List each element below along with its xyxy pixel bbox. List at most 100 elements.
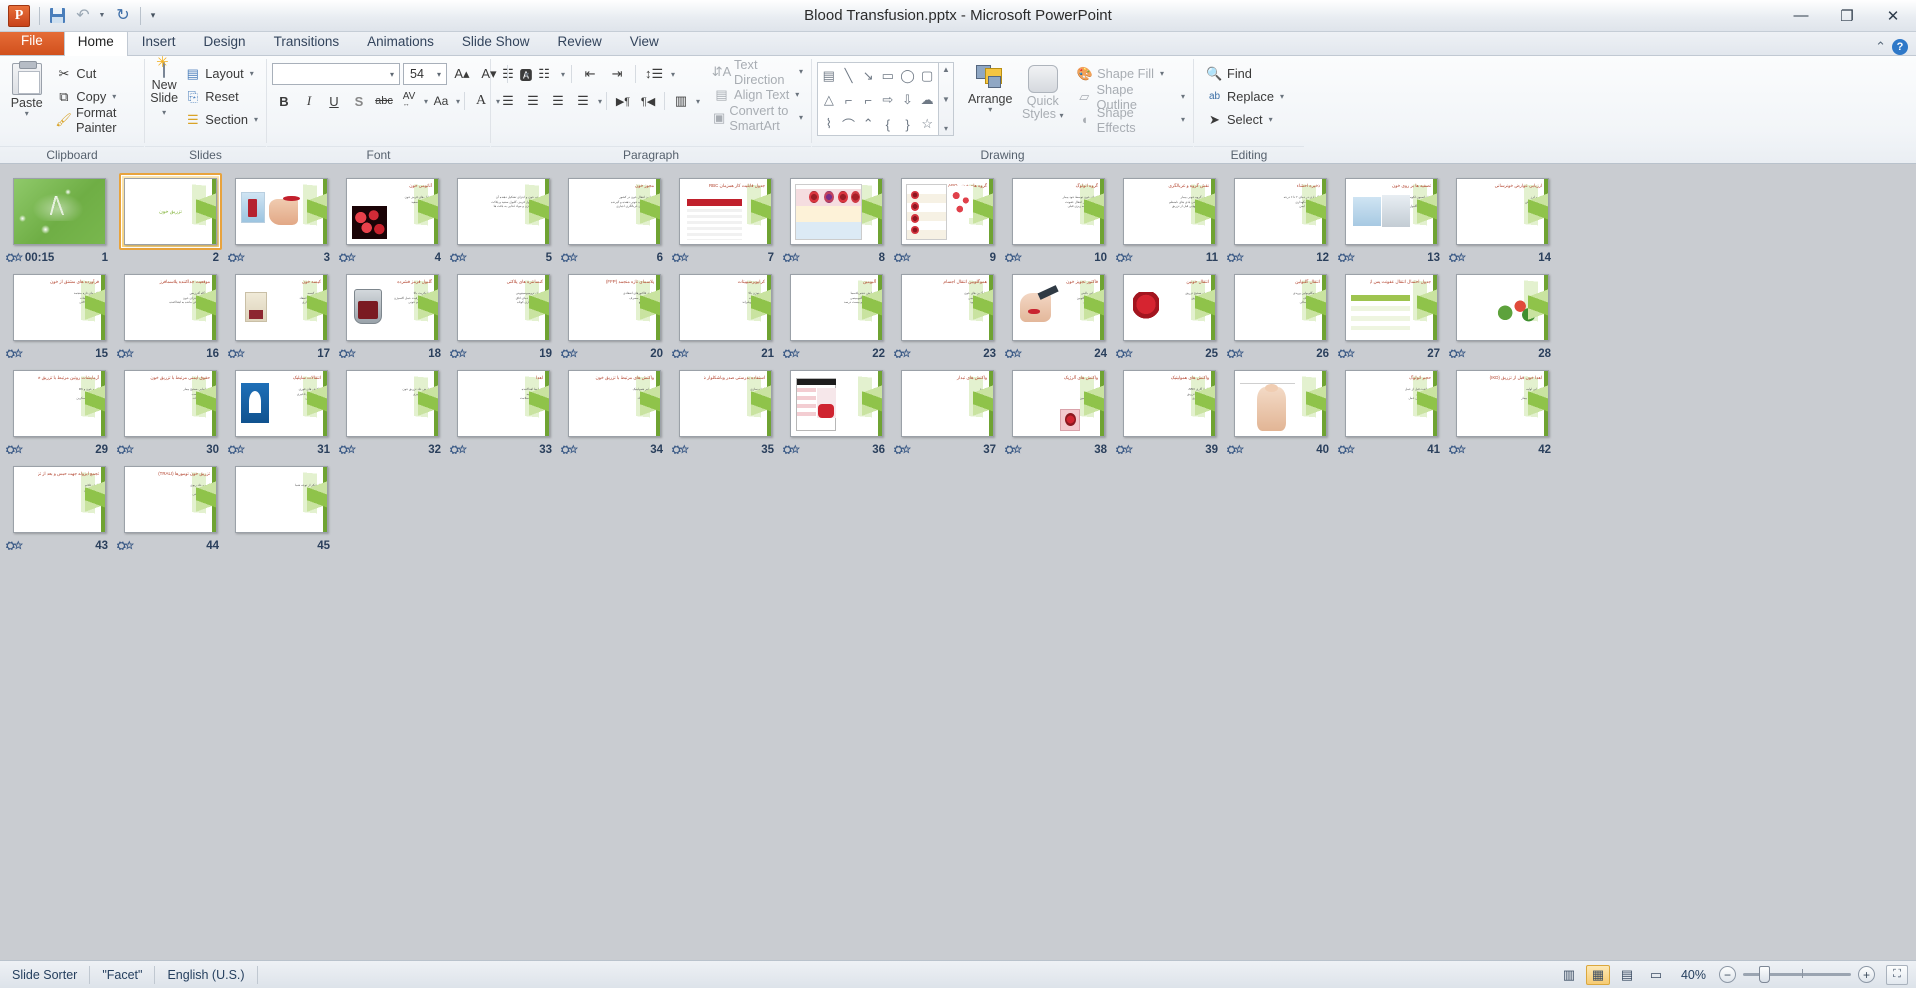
slide-thumbnail-8[interactable] xyxy=(781,170,892,250)
slide-thumbnail-45[interactable]: با تشکر از توجه شما xyxy=(226,458,337,538)
transition-star-icon[interactable]: ⛭✩ xyxy=(1116,252,1133,265)
slide-frame[interactable]: حجم اتولوگ برداشت قبل از عمل رقیق سازی بازی… xyxy=(1340,365,1443,442)
transition-star-icon[interactable]: ⛭✩ xyxy=(561,252,578,265)
chevron-down-icon[interactable]: ▾ xyxy=(424,97,428,106)
slide-thumbnail-41[interactable]: حجم اتولوگ برداشت قبل از عمل رقیق سازی بازی… xyxy=(1336,362,1447,442)
restore-button[interactable]: ❐ xyxy=(1824,0,1870,31)
slide-thumbnail-30[interactable]: حقوق ایمنی مرتبط با تزریق خون شناسایی صحی… xyxy=(115,362,226,442)
tab-review[interactable]: Review xyxy=(543,30,615,55)
transition-star-icon[interactable]: ⛭✩ xyxy=(1005,444,1022,457)
chevron-down-icon[interactable]: ▾ xyxy=(561,70,565,79)
slide-frame[interactable]: استفاده بدرستی صدر وباشکلوار شده آماده سا… xyxy=(674,365,777,442)
shapes-gallery[interactable]: ▤ ╲ ↘ ▭ ◯ ▢ △ ⌐ ⌐ ⇨ ⇩ ☁ ⌇ ⌒ ⌃{} ☆ ▲ ▼ ▾ xyxy=(817,62,954,136)
transition-star-icon[interactable]: ⛭✩ xyxy=(1449,252,1466,265)
strikethrough-button[interactable]: abc xyxy=(372,90,396,113)
slide-frame[interactable]: عوارض حاد تزریق خون عوارض تاخیری پیشگیری xyxy=(341,365,444,442)
character-spacing-button[interactable]: AV ↔ xyxy=(397,90,421,113)
slide-sorter-view-button[interactable]: ▦ xyxy=(1585,964,1610,985)
slide-frame[interactable]: واکنش های تبدار شیوع علائم درمان xyxy=(896,365,999,442)
slide-frame[interactable]: گروه های خونی ABO xyxy=(896,173,999,250)
ltr-button[interactable]: ▶¶ xyxy=(611,90,635,113)
shape-cell-4[interactable]: ◯ xyxy=(898,64,918,88)
slide-frame[interactable]: با تشکر از توجه شما xyxy=(230,461,333,538)
shape-cell-2[interactable]: ↘ xyxy=(858,64,878,88)
slide-thumbnail-22[interactable]: آلبومین افزایش حجم پلاسما درمان هیپوآلبومی… xyxy=(781,266,892,346)
shape-cell-5[interactable]: ▢ xyxy=(917,64,937,88)
slide-frame[interactable]: اهدا شرایط اهداکننده معاینات اولیه پرسشنامه… xyxy=(452,365,555,442)
chevron-down-icon[interactable]: ▾ xyxy=(696,97,700,106)
layout-button[interactable]: ▤ Layout ▾ xyxy=(181,62,261,85)
zoom-out-button[interactable]: − xyxy=(1719,966,1736,983)
slide-thumbnail-27[interactable]: جدول احتمال انتقال عفونت پس از تزریق خون xyxy=(1336,266,1447,346)
slide-frame[interactable]: گروه اتولوگ اهدای خون توسط خود بیمار کاهش … xyxy=(1007,173,1110,250)
slide-thumbnail-43[interactable]: تجمع ایزوله جهت حبس و بعد از تزریق عباسی… xyxy=(4,458,115,538)
chevron-down-icon[interactable]: ▾ xyxy=(456,97,460,106)
transition-star-icon[interactable]: ⛭✩ xyxy=(117,444,134,457)
slide-frame[interactable]: کنسانتره های پلاکتی درمان ترومبوسیتوپنی نگ… xyxy=(452,269,555,346)
slide-frame[interactable]: آناتومی خون سلول های قرمز خون گلبول های سف… xyxy=(341,173,444,250)
shape-cell-11[interactable]: ☁ xyxy=(917,88,937,112)
slide-frame[interactable]: انتقالات ساپلیک واکنش های فوری واکنش های ت… xyxy=(230,365,333,442)
powerpoint-logo-icon[interactable]: P xyxy=(8,4,30,27)
customize-qat-button[interactable]: ▾ xyxy=(146,4,160,28)
slide-frame[interactable] xyxy=(1229,365,1332,442)
slide-thumbnail-2[interactable]: تزریق خون xyxy=(115,170,226,250)
zoom-in-button[interactable]: + xyxy=(1858,966,1875,983)
slide-frame[interactable]: نقش گروه و غربالگری تعیین گروه خونی بیمار… xyxy=(1118,173,1221,250)
slide-thumbnail-1[interactable] xyxy=(4,170,115,250)
grow-font-button[interactable]: A▴ xyxy=(450,63,474,86)
zoom-handle[interactable] xyxy=(1759,966,1770,983)
slide-thumbnail-28[interactable] xyxy=(1447,266,1558,346)
shape-cell-13[interactable]: ⌒ xyxy=(839,112,859,136)
tab-view[interactable]: View xyxy=(616,30,673,55)
increase-indent-button[interactable]: ⇥ xyxy=(605,63,629,86)
transition-star-icon[interactable]: ⛭✩ xyxy=(783,252,800,265)
slide-frame[interactable]: واکنش های مرتبط با تزریق خون تب غیر همولی… xyxy=(563,365,666,442)
slide-frame[interactable]: آزمایشات روتین مرتبط با تزریق خون گروه خو… xyxy=(8,365,111,442)
shape-cell-7[interactable]: ⌐ xyxy=(839,88,859,112)
shape-cell-17[interactable]: ☆ xyxy=(917,112,937,136)
slide-thumbnail-24[interactable]: فاکتور تجویز خون ارزیابی بالینی سطح هموگلو… xyxy=(1003,266,1114,346)
bold-button[interactable]: B xyxy=(272,90,296,113)
slide-frame[interactable]: انتقال خونین روش صحیح تزریق سرعت تزریق پایش… xyxy=(1118,269,1221,346)
slide-frame[interactable]: جدول قابلیت کار همزمان RBC xyxy=(674,173,777,250)
minimize-button[interactable]: — xyxy=(1778,0,1824,31)
transition-star-icon[interactable]: ⛭✩ xyxy=(672,252,689,265)
text-direction-button[interactable]: ⇵A Text Direction ▾ xyxy=(710,57,806,87)
slide-frame[interactable]: گلبول قرمز فشرده هماتوکریت بالا افزایش ظرف… xyxy=(341,269,444,346)
slide-frame[interactable]: موقعیت جداکننده پلاسمافرز دستگاه آفرزیس جد… xyxy=(119,269,222,346)
shape-cell-9[interactable]: ⇨ xyxy=(878,88,898,112)
slide-show-view-button[interactable]: ▭ xyxy=(1644,965,1668,985)
zoom-slider[interactable]: − + xyxy=(1719,966,1875,983)
transition-star-icon[interactable]: ⛭✩ xyxy=(1338,348,1355,361)
text-shadow-button[interactable]: S xyxy=(347,90,371,113)
save-button[interactable] xyxy=(45,4,69,28)
transition-star-icon[interactable]: ⛭✩ xyxy=(1227,444,1244,457)
slide-frame[interactable]: واکنش های همولیتیک ناسازگاری ABO قطع فوری … xyxy=(1118,365,1221,442)
slide-frame[interactable] xyxy=(1451,269,1554,346)
zoom-track[interactable] xyxy=(1743,966,1851,983)
transition-star-icon[interactable]: ⛭✩ xyxy=(1005,252,1022,265)
shape-cell-15[interactable]: { xyxy=(878,112,898,136)
transition-star-icon[interactable]: ⛭✩ xyxy=(1449,444,1466,457)
arrange-button[interactable]: Arrange ▾ xyxy=(962,62,1018,114)
slide-thumbnail-42[interactable]: اهدا خون قبل از تزریق (IKD) ارزیابی اولیه… xyxy=(1447,362,1558,442)
slide-thumbnail-23[interactable]: هموگلوبین انتقال اجسام جایگزین های خون تحق… xyxy=(892,266,1003,346)
minimize-ribbon-icon[interactable]: ⌃ xyxy=(1875,39,1886,55)
slide-frame[interactable]: انتقال گلبولین ایمونوگلوبولین وریدی موارد … xyxy=(1229,269,1332,346)
transition-star-icon[interactable]: ⛭✩ xyxy=(6,444,23,457)
transition-star-icon[interactable]: ⛭✩ xyxy=(783,348,800,361)
transition-star-icon[interactable]: ⛭✩ xyxy=(339,348,356,361)
slide-thumbnail-6[interactable]: مجوز خون قوانین انتقال خون در کشور انطباق … xyxy=(559,170,670,250)
slide-thumbnail-3[interactable] xyxy=(226,170,337,250)
tab-insert[interactable]: Insert xyxy=(128,30,190,55)
scroll-down-icon[interactable]: ▼ xyxy=(942,95,950,104)
change-case-button[interactable]: Aa xyxy=(429,90,453,113)
slide-thumbnail-13[interactable]: تصفیه ها بر روی خون فیلتراسیون لکوسیت اشعه… xyxy=(1336,170,1447,250)
font-size-combo[interactable]: 54 ▾ xyxy=(403,63,447,85)
fit-to-window-button[interactable]: ⛶ xyxy=(1886,964,1908,985)
transition-star-icon[interactable]: ⛭✩ xyxy=(894,348,911,361)
status-language[interactable]: English (U.S.) xyxy=(155,965,258,984)
transition-star-icon[interactable]: ⛭✩ xyxy=(228,348,245,361)
slide-frame[interactable]: هموگلوبین انتقال اجسام جایگزین های خون تحق… xyxy=(896,269,999,346)
